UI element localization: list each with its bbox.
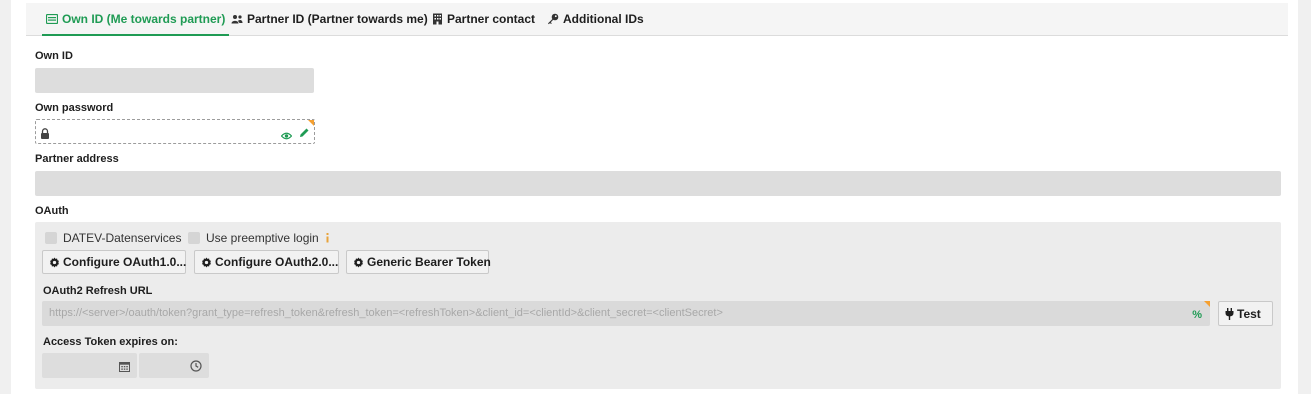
refresh-url-label: OAuth2 Refresh URL (43, 285, 153, 297)
partner-address-field[interactable] (35, 171, 1281, 196)
generic-bearer-token-label: Generic Bearer Token (367, 255, 491, 269)
tab-additional-ids[interactable]: Additional IDs (547, 3, 644, 35)
modified-marker (1204, 301, 1210, 307)
partner-address-label: Partner address (35, 153, 119, 165)
configure-oauth2-label: Configure OAuth2.0... (215, 255, 339, 269)
tab-label: Own ID (Me towards partner) (62, 12, 226, 26)
expires-label: Access Token expires on: (43, 336, 178, 348)
generic-bearer-token-button[interactable]: Generic Bearer Token (346, 250, 491, 274)
clock-icon[interactable] (190, 359, 202, 377)
checkbox-box[interactable] (188, 232, 200, 244)
percent-icon[interactable]: % (1192, 309, 1202, 321)
tab-bar: Own ID (Me towards partner) Partner ID (… (26, 3, 1288, 36)
gear-icon (353, 256, 364, 268)
lock-icon (40, 126, 50, 144)
preemptive-login-checkbox[interactable]: Use preemptive login (188, 231, 330, 245)
configure-oauth1-button[interactable]: Configure OAuth1.0... (42, 250, 186, 274)
tab-label: Partner contact (447, 12, 536, 26)
gear-icon (49, 256, 60, 268)
preemptive-login-label: Use preemptive login (206, 231, 319, 245)
datev-checkbox[interactable]: DATEV-Datenservices (45, 231, 181, 245)
calendar-icon[interactable] (119, 359, 130, 377)
eye-icon[interactable] (280, 127, 293, 145)
expires-date-field[interactable] (42, 353, 137, 378)
info-icon[interactable] (325, 233, 330, 243)
tab-own-id[interactable]: Own ID (Me towards partner) (41, 3, 230, 36)
users-icon (231, 13, 243, 25)
expires-time-field[interactable] (139, 353, 209, 378)
gear-icon (201, 256, 212, 268)
tab-partner-contact[interactable]: Partner contact (431, 3, 535, 35)
test-button-label: Test (1237, 306, 1261, 321)
own-password-label: Own password (35, 102, 114, 114)
test-button[interactable]: Test (1218, 301, 1273, 326)
configure-oauth1-label: Configure OAuth1.0... (63, 255, 187, 269)
configure-oauth2-button[interactable]: Configure OAuth2.0... (194, 250, 339, 274)
own-id-label: Own ID (35, 50, 73, 62)
building-icon (431, 13, 443, 25)
pencil-icon[interactable] (299, 125, 310, 143)
plug-icon (1225, 307, 1234, 320)
own-password-field[interactable] (35, 119, 315, 144)
own-id-field[interactable] (35, 68, 314, 93)
key-icon (547, 13, 559, 25)
checkbox-box[interactable] (45, 232, 57, 244)
tab-label: Partner ID (Partner towards me) (247, 12, 428, 26)
modified-marker (308, 120, 314, 126)
datev-checkbox-label: DATEV-Datenservices (63, 231, 182, 245)
refresh-url-field[interactable]: https://<server>/oauth/token?grant_type=… (42, 301, 1210, 326)
tab-partner-id[interactable]: Partner ID (Partner towards me) (231, 3, 428, 35)
refresh-url-placeholder: https://<server>/oauth/token?grant_type=… (49, 307, 723, 319)
tab-label: Additional IDs (563, 12, 644, 26)
oauth-label: OAuth (35, 205, 69, 217)
id-card-icon (46, 13, 58, 25)
